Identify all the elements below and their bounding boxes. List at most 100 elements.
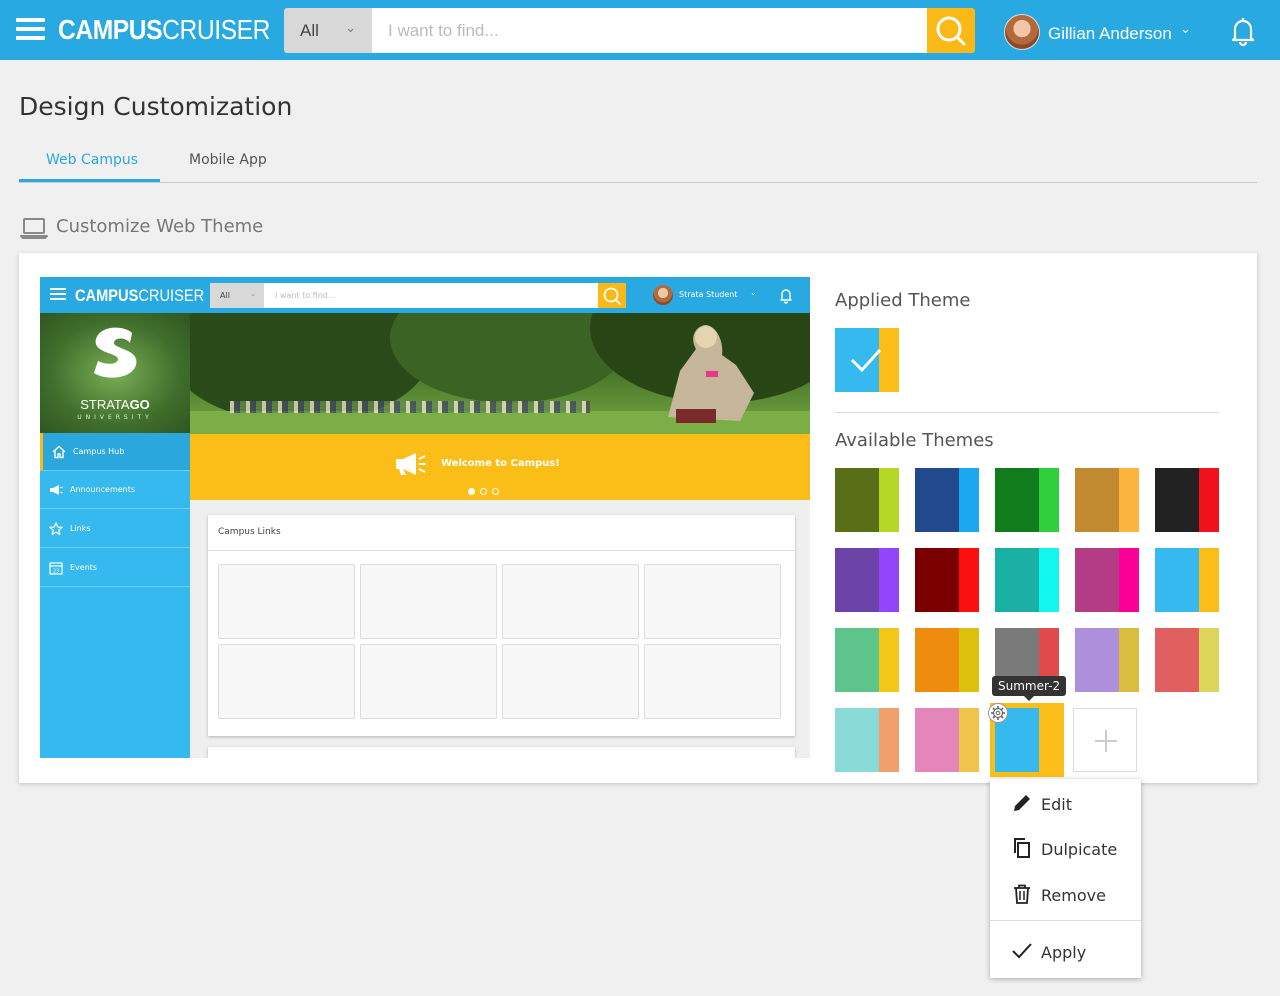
add-theme-button[interactable] — [1073, 708, 1137, 772]
search-input[interactable] — [372, 8, 928, 53]
link-tile — [644, 564, 781, 639]
campus-links-title: Campus Links — [218, 527, 281, 537]
preview-logo-light: CRUISER — [138, 286, 205, 305]
preview-sidebar: STRATAGO UNIVERSITY Campus Hub Announcem… — [40, 313, 190, 758]
preview-nav-announcements: Announcements — [40, 471, 190, 509]
hamburger-menu-icon — [50, 288, 66, 302]
menu-item-edit[interactable]: Edit — [990, 781, 1141, 825]
carousel-dot — [468, 488, 475, 495]
theme-swatch[interactable] — [1155, 628, 1219, 692]
menu-item-remove[interactable]: Remove — [990, 872, 1141, 916]
theme-card: CAMPUSCRUISER All ⌄ I want to find... Str… — [19, 253, 1257, 783]
preview-search-button — [598, 283, 626, 308]
search-button[interactable] — [927, 8, 975, 53]
preview-search-input: I want to find... — [264, 283, 599, 308]
avatar — [653, 285, 673, 305]
swatch-secondary — [1199, 468, 1219, 532]
brand-bold-text: GO — [129, 397, 150, 412]
preview-search-scope-value: All — [220, 291, 230, 300]
divider — [835, 412, 1219, 413]
pencil-icon — [1014, 795, 1030, 811]
theme-context-menu: Edit Dulpicate Remove Apply — [990, 779, 1141, 978]
swatch-secondary — [879, 468, 899, 532]
theme-swatch[interactable] — [1155, 548, 1219, 612]
notification-bell-icon[interactable] — [1226, 14, 1260, 48]
nav-label: Links — [70, 524, 91, 533]
notification-bell-icon — [777, 286, 795, 304]
home-icon — [52, 445, 66, 459]
swatch-secondary — [1119, 468, 1139, 532]
hero-photo-person — [668, 325, 754, 423]
theme-swatch[interactable] — [915, 628, 979, 692]
trash-icon — [1014, 884, 1030, 904]
link-tile — [644, 644, 781, 719]
nav-label: Announcements — [70, 485, 136, 494]
swatch-secondary — [879, 548, 899, 612]
hamburger-menu-icon[interactable] — [16, 18, 45, 42]
swatch-secondary — [1039, 708, 1059, 772]
section-title: Customize Web Theme — [56, 216, 264, 237]
theme-swatch[interactable] — [835, 468, 899, 532]
campus-cruiser-logo[interactable]: CAMPUSCRUISER — [58, 14, 270, 46]
tab-web-campus[interactable]: Web Campus — [46, 152, 138, 168]
theme-name-tooltip: Summer-2 — [992, 676, 1067, 701]
theme-swatch[interactable] — [995, 468, 1059, 532]
preview-top-bar: CAMPUSCRUISER All ⌄ I want to find... Str… — [40, 277, 810, 313]
chevron-down-icon: ⌄ — [250, 290, 256, 298]
search-icon — [603, 287, 621, 305]
theme-swatch[interactable] — [1075, 548, 1139, 612]
calendar-day: 23 — [53, 569, 59, 575]
swatch-primary — [1075, 468, 1119, 532]
theme-swatch[interactable] — [835, 628, 899, 692]
duplicate-icon — [1014, 838, 1030, 858]
preview-nav-events: 23 Events — [40, 549, 190, 587]
preview-campus-links-card: Campus Links — [208, 515, 795, 736]
tab-mobile-app[interactable]: Mobile App — [189, 152, 267, 168]
swatch-primary — [915, 468, 959, 532]
swatch-primary — [995, 548, 1039, 612]
swatch-secondary — [1039, 548, 1059, 612]
menu-item-duplicate[interactable]: Dulpicate — [990, 826, 1141, 870]
menu-divider — [990, 920, 1141, 921]
preview-user-name: Strata Student — [679, 290, 738, 299]
swatch-primary — [1075, 628, 1119, 692]
swatch-primary — [995, 468, 1039, 532]
menu-item-label: Remove — [1041, 886, 1106, 905]
preview-logo-bold: CAMPUS — [75, 286, 139, 305]
swatch-secondary — [1119, 628, 1139, 692]
logo-light-text: CRUISER — [162, 14, 270, 45]
theme-swatch[interactable] — [915, 548, 979, 612]
theme-swatch[interactable] — [915, 468, 979, 532]
gear-icon[interactable] — [988, 703, 1008, 723]
theme-swatch[interactable] — [835, 708, 899, 772]
theme-swatch[interactable] — [1075, 468, 1139, 532]
university-logo: STRATAGO UNIVERSITY — [40, 313, 190, 433]
logo-bold-text: CAMPUS — [58, 14, 163, 45]
search-icon — [936, 16, 966, 46]
theme-swatch[interactable] — [1155, 468, 1219, 532]
theme-swatch[interactable] — [915, 708, 979, 772]
theme-swatch[interactable] — [835, 548, 899, 612]
swatch-primary — [1155, 628, 1199, 692]
active-tab-indicator — [19, 179, 160, 182]
swatch-primary — [835, 468, 879, 532]
search-scope-select[interactable]: All ⌄ — [284, 8, 372, 53]
user-name: Gillian Anderson — [1048, 24, 1172, 43]
theme-swatch[interactable] — [1075, 628, 1139, 692]
university-subtitle: UNIVERSITY — [77, 414, 153, 421]
carousel-dot — [492, 488, 499, 495]
link-tile — [218, 644, 355, 719]
menu-item-apply[interactable]: Apply — [990, 929, 1141, 973]
calendar-icon: 23 — [49, 562, 63, 575]
swatch-secondary — [879, 628, 899, 692]
star-icon — [49, 522, 63, 536]
theme-swatch[interactable] — [995, 548, 1059, 612]
laptop-icon — [20, 218, 48, 239]
swatch-primary — [1155, 548, 1199, 612]
swatch-primary — [835, 548, 879, 612]
preview-nav-campus-hub: Campus Hub — [40, 433, 190, 471]
menu-item-label: Dulpicate — [1041, 840, 1118, 859]
preview-nav-links: Links — [40, 510, 190, 548]
link-tile — [218, 564, 355, 639]
preview-hero-image — [190, 313, 810, 434]
